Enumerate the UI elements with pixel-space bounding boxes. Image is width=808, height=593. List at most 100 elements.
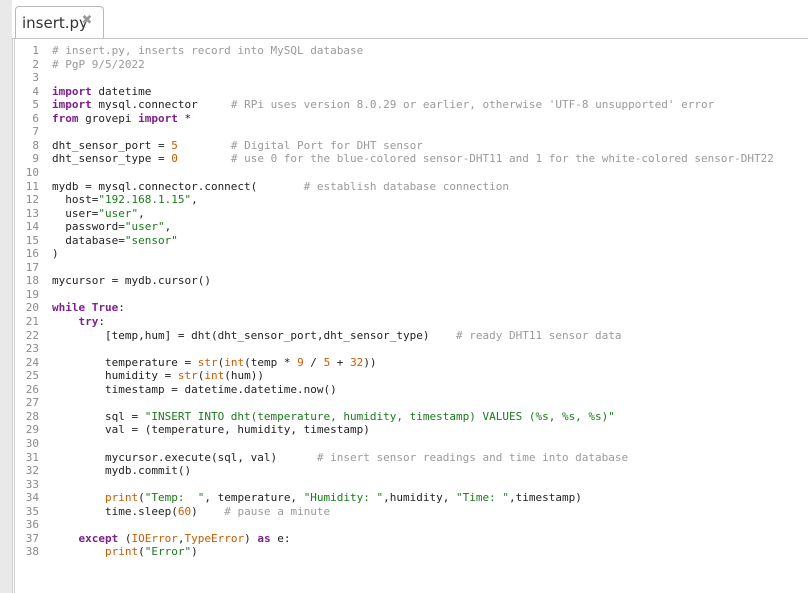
code-line[interactable]: 12 host="192.168.1.15", bbox=[15, 193, 808, 207]
line-number: 11 bbox=[25, 179, 39, 193]
tab-insert-py[interactable]: insert.py ✖ bbox=[15, 6, 104, 38]
code-number: 9 bbox=[297, 355, 304, 369]
code-text: : bbox=[98, 315, 105, 328]
code-keyword: import bbox=[138, 111, 178, 125]
code-line[interactable]: 15 database="sensor" bbox=[15, 234, 808, 248]
code-line[interactable]: 13 user="user", bbox=[15, 207, 808, 221]
code-line[interactable]: 20 while True: bbox=[15, 301, 808, 315]
code-text: mysql.connector bbox=[91, 98, 231, 112]
code-line[interactable]: 37 except (IOError,TypeError) as e: bbox=[15, 532, 808, 546]
code-string: "INSERT INTO dht(temperature, humidity, … bbox=[144, 409, 615, 423]
code-content: while True: bbox=[52, 301, 125, 315]
code-keyword: except bbox=[78, 531, 119, 545]
code-text: + bbox=[330, 355, 351, 369]
code-line[interactable]: 18 mycursor = mydb.cursor() bbox=[15, 274, 808, 288]
code-line[interactable]: 27 bbox=[15, 396, 808, 410]
code-content: try: bbox=[52, 315, 106, 329]
code-text: database= bbox=[52, 233, 125, 247]
code-line[interactable]: 36 bbox=[15, 518, 808, 532]
code-line[interactable]: 23 bbox=[15, 342, 808, 356]
code-line[interactable]: 11 mydb = mysql.connector.connect( # esta… bbox=[15, 180, 808, 194]
line-number: 17 bbox=[25, 260, 39, 274]
code-text: temperature = bbox=[52, 355, 198, 369]
code-editor[interactable]: 1 # insert.py, inserts record into MySQL … bbox=[14, 39, 808, 593]
code-line[interactable]: 8 dht_sensor_port = 5 # Digital Port for … bbox=[15, 139, 808, 153]
code-line[interactable]: 2 # PgP 9/5/2022 bbox=[15, 58, 808, 72]
code-line[interactable]: 38 print("Error") bbox=[15, 545, 808, 559]
code-comment: # RPi uses version 8.0.29 or earlier, ot… bbox=[230, 98, 715, 112]
code-text: ) bbox=[191, 545, 198, 559]
code-line[interactable]: 26 timestamp = datetime.datetime.now() bbox=[15, 383, 808, 397]
code-line[interactable]: 19 bbox=[15, 288, 808, 302]
code-line[interactable]: 1 # insert.py, inserts record into MySQL … bbox=[15, 44, 808, 58]
code-comment: # establish database connection bbox=[303, 179, 509, 193]
line-number: 35 bbox=[25, 504, 39, 518]
code-builtin: str bbox=[197, 355, 218, 369]
code-text: datetime bbox=[91, 84, 152, 98]
line-number: 6 bbox=[32, 111, 39, 125]
code-text: ,humidity, bbox=[383, 491, 457, 505]
line-number: 25 bbox=[25, 369, 39, 383]
code-line[interactable]: 10 bbox=[15, 166, 808, 180]
code-text: ,timestamp) bbox=[509, 491, 582, 505]
code-line[interactable]: 14 password="user", bbox=[15, 220, 808, 234]
close-icon[interactable]: ✖ bbox=[79, 13, 95, 29]
code-text: , bbox=[164, 220, 172, 234]
code-comment: # insert sensor readings and time into d… bbox=[316, 450, 629, 464]
code-content: ) bbox=[52, 247, 59, 261]
line-number: 22 bbox=[25, 328, 39, 342]
code-text: password= bbox=[52, 220, 125, 234]
code-line[interactable]: 35 time.sleep(60) # pause a minute bbox=[15, 505, 808, 519]
code-text: (hum)) bbox=[224, 369, 264, 383]
code-line[interactable]: 21 try: bbox=[15, 315, 808, 329]
code-text: ) bbox=[191, 504, 225, 518]
code-line[interactable]: 31 mycursor.execute(sql, val) # insert s… bbox=[15, 451, 808, 465]
code-line[interactable]: 9 dht_sensor_type = 0 # use 0 for the blu… bbox=[15, 152, 808, 166]
code-line[interactable]: 29 val = (temperature, humidity, timesta… bbox=[15, 423, 808, 437]
line-number: 37 bbox=[25, 531, 39, 545]
code-line[interactable]: 16) bbox=[15, 247, 808, 261]
code-line[interactable]: 30 bbox=[15, 437, 808, 451]
code-content: database="sensor" bbox=[52, 234, 178, 248]
code-text: , temperature, bbox=[204, 491, 304, 505]
code-comment: # ready DHT11 sensor data bbox=[455, 328, 622, 342]
code-line[interactable]: 22 [temp,hum] = dht(dht_sensor_port,dht_… bbox=[15, 329, 808, 343]
code-text: e: bbox=[270, 531, 291, 545]
code-line[interactable]: 28 sql = "INSERT INTO dht(temperature, h… bbox=[15, 410, 808, 424]
code-line[interactable]: 24 temperature = str(int(temp * 9 / 5 + … bbox=[15, 356, 808, 370]
window-left-edge bbox=[0, 0, 13, 593]
code-line[interactable]: 25 humidity = str(int(hum)) bbox=[15, 369, 808, 383]
code-keyword: from bbox=[52, 111, 79, 125]
code-line[interactable]: 3 bbox=[15, 71, 808, 85]
code-comment: # PgP 9/5/2022 bbox=[52, 57, 145, 71]
code-line[interactable]: 17 bbox=[15, 261, 808, 275]
code-keyword: import bbox=[52, 98, 92, 112]
code-string: "192.168.1.15" bbox=[98, 193, 192, 207]
code-line[interactable]: 33 bbox=[15, 478, 808, 492]
code-content: temperature = str(int(temp * 9 / 5 + 32)… bbox=[52, 356, 377, 370]
line-number: 23 bbox=[25, 342, 39, 356]
code-builtin: print bbox=[104, 491, 139, 505]
code-line[interactable]: 6 from grovepi import * bbox=[15, 112, 808, 126]
code-line[interactable]: 7 bbox=[15, 125, 808, 139]
code-content: dht_sensor_type = 0 # use 0 for the blue… bbox=[52, 152, 774, 166]
code-content: humidity = str(int(hum)) bbox=[52, 369, 264, 383]
code-text: dht_sensor_port = bbox=[52, 138, 172, 152]
code-text: ( bbox=[138, 545, 145, 559]
code-keyword: True bbox=[91, 301, 119, 315]
code-builtin: TypeError bbox=[184, 531, 245, 545]
code-text: [temp,hum] = dht(dht_sensor_port,dht_sen… bbox=[52, 328, 456, 342]
code-line[interactable]: 32 mydb.commit() bbox=[15, 464, 808, 478]
code-line[interactable]: 34 print("Temp: ", temperature, "Humidit… bbox=[15, 491, 808, 505]
line-number: 29 bbox=[25, 423, 39, 437]
line-number: 15 bbox=[25, 233, 39, 247]
code-content: print("Temp: ", temperature, "Humidity: … bbox=[52, 491, 582, 505]
code-line[interactable]: 5 import mysql.connector # RPi uses versi… bbox=[15, 98, 808, 112]
code-line[interactable]: 4 import datetime bbox=[15, 85, 808, 99]
line-number: 21 bbox=[25, 315, 39, 328]
line-number: 9 bbox=[32, 152, 39, 166]
